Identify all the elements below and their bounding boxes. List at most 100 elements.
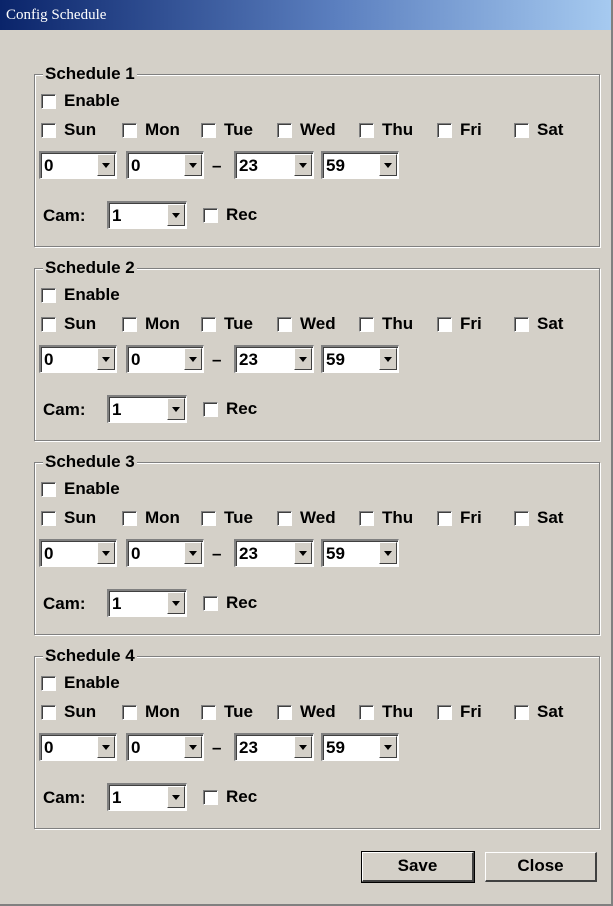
checkbox-box[interactable] <box>277 122 292 138</box>
day-checkbox-mon[interactable]: Mon <box>122 702 180 722</box>
start-minute-select[interactable]: 0 <box>126 539 204 567</box>
day-checkbox-tue[interactable]: Tue <box>201 702 253 722</box>
day-checkbox-fri[interactable]: Fri <box>437 120 482 140</box>
rec-checkbox[interactable]: Rec <box>203 399 257 419</box>
checkbox-box[interactable] <box>201 122 216 138</box>
start-hour-select[interactable]: 0 <box>39 151 117 179</box>
cam-select[interactable]: 1 <box>107 589 187 617</box>
checkbox-box[interactable] <box>203 207 218 223</box>
checkbox-box[interactable] <box>437 510 452 526</box>
day-checkbox-sat[interactable]: Sat <box>514 702 563 722</box>
checkbox-box[interactable] <box>514 704 529 720</box>
chevron-down-icon[interactable] <box>167 592 185 614</box>
chevron-down-icon[interactable] <box>184 348 202 370</box>
save-button[interactable]: Save <box>361 851 475 883</box>
end-minute-select[interactable]: 59 <box>321 151 399 179</box>
day-checkbox-wed[interactable]: Wed <box>277 702 336 722</box>
chevron-down-icon[interactable] <box>184 736 202 758</box>
start-hour-select[interactable]: 0 <box>39 345 117 373</box>
end-hour-select[interactable]: 23 <box>234 539 314 567</box>
checkbox-box[interactable] <box>359 122 374 138</box>
day-checkbox-fri[interactable]: Fri <box>437 508 482 528</box>
checkbox-box[interactable] <box>203 789 218 805</box>
checkbox-box[interactable] <box>514 122 529 138</box>
rec-checkbox[interactable]: Rec <box>203 787 257 807</box>
chevron-down-icon[interactable] <box>379 542 397 564</box>
checkbox-box[interactable] <box>201 316 216 332</box>
checkbox-box[interactable] <box>437 704 452 720</box>
rec-checkbox[interactable]: Rec <box>203 593 257 613</box>
day-checkbox-thu[interactable]: Thu <box>359 120 413 140</box>
chevron-down-icon[interactable] <box>379 154 397 176</box>
start-hour-select[interactable]: 0 <box>39 733 117 761</box>
cam-select[interactable]: 1 <box>107 395 187 423</box>
checkbox-box[interactable] <box>41 93 56 109</box>
enable-checkbox[interactable]: Enable <box>41 479 120 499</box>
chevron-down-icon[interactable] <box>167 204 185 226</box>
checkbox-box[interactable] <box>203 595 218 611</box>
chevron-down-icon[interactable] <box>294 736 312 758</box>
day-checkbox-sat[interactable]: Sat <box>514 314 563 334</box>
start-minute-select[interactable]: 0 <box>126 151 204 179</box>
chevron-down-icon[interactable] <box>97 348 115 370</box>
checkbox-box[interactable] <box>277 510 292 526</box>
checkbox-box[interactable] <box>41 316 56 332</box>
chevron-down-icon[interactable] <box>184 154 202 176</box>
chevron-down-icon[interactable] <box>97 736 115 758</box>
enable-checkbox[interactable]: Enable <box>41 285 120 305</box>
end-minute-select[interactable]: 59 <box>321 733 399 761</box>
checkbox-box[interactable] <box>359 704 374 720</box>
day-checkbox-wed[interactable]: Wed <box>277 314 336 334</box>
day-checkbox-tue[interactable]: Tue <box>201 314 253 334</box>
checkbox-box[interactable] <box>122 316 137 332</box>
checkbox-box[interactable] <box>514 510 529 526</box>
day-checkbox-wed[interactable]: Wed <box>277 508 336 528</box>
day-checkbox-sun[interactable]: Sun <box>41 314 96 334</box>
day-checkbox-thu[interactable]: Thu <box>359 508 413 528</box>
chevron-down-icon[interactable] <box>167 786 185 808</box>
rec-checkbox[interactable]: Rec <box>203 205 257 225</box>
checkbox-box[interactable] <box>359 316 374 332</box>
checkbox-box[interactable] <box>277 316 292 332</box>
enable-checkbox[interactable]: Enable <box>41 91 120 111</box>
chevron-down-icon[interactable] <box>294 154 312 176</box>
checkbox-box[interactable] <box>122 122 137 138</box>
checkbox-box[interactable] <box>41 122 56 138</box>
end-minute-select[interactable]: 59 <box>321 345 399 373</box>
day-checkbox-mon[interactable]: Mon <box>122 314 180 334</box>
day-checkbox-sat[interactable]: Sat <box>514 120 563 140</box>
chevron-down-icon[interactable] <box>184 542 202 564</box>
start-minute-select[interactable]: 0 <box>126 733 204 761</box>
checkbox-box[interactable] <box>201 510 216 526</box>
day-checkbox-mon[interactable]: Mon <box>122 508 180 528</box>
checkbox-box[interactable] <box>41 704 56 720</box>
day-checkbox-fri[interactable]: Fri <box>437 702 482 722</box>
day-checkbox-sun[interactable]: Sun <box>41 508 96 528</box>
chevron-down-icon[interactable] <box>167 398 185 420</box>
chevron-down-icon[interactable] <box>294 348 312 370</box>
end-hour-select[interactable]: 23 <box>234 733 314 761</box>
cam-select[interactable]: 1 <box>107 783 187 811</box>
checkbox-box[interactable] <box>122 510 137 526</box>
day-checkbox-wed[interactable]: Wed <box>277 120 336 140</box>
day-checkbox-sun[interactable]: Sun <box>41 702 96 722</box>
day-checkbox-tue[interactable]: Tue <box>201 508 253 528</box>
checkbox-box[interactable] <box>41 287 56 303</box>
checkbox-box[interactable] <box>201 704 216 720</box>
checkbox-box[interactable] <box>437 122 452 138</box>
checkbox-box[interactable] <box>122 704 137 720</box>
day-checkbox-mon[interactable]: Mon <box>122 120 180 140</box>
start-hour-select[interactable]: 0 <box>39 539 117 567</box>
checkbox-box[interactable] <box>203 401 218 417</box>
day-checkbox-fri[interactable]: Fri <box>437 314 482 334</box>
checkbox-box[interactable] <box>41 675 56 691</box>
start-minute-select[interactable]: 0 <box>126 345 204 373</box>
day-checkbox-thu[interactable]: Thu <box>359 702 413 722</box>
day-checkbox-thu[interactable]: Thu <box>359 314 413 334</box>
enable-checkbox[interactable]: Enable <box>41 673 120 693</box>
chevron-down-icon[interactable] <box>97 542 115 564</box>
close-button[interactable]: Close <box>485 852 597 882</box>
checkbox-box[interactable] <box>41 510 56 526</box>
checkbox-box[interactable] <box>41 481 56 497</box>
chevron-down-icon[interactable] <box>97 154 115 176</box>
